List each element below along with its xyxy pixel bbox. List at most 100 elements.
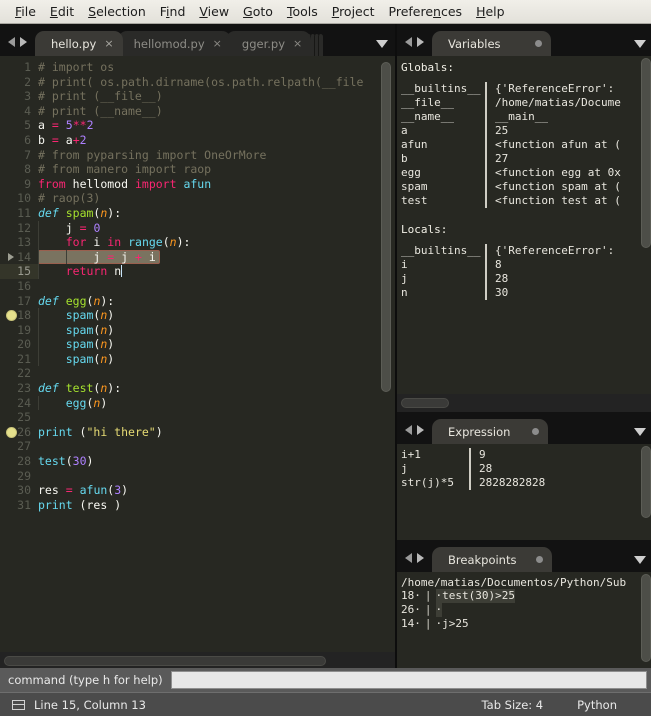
menu-item-help[interactable]: Help xyxy=(469,2,512,21)
close-icon[interactable]: × xyxy=(104,37,113,50)
code-text[interactable]: spam(n) xyxy=(38,352,115,367)
tab-expression[interactable]: Expression xyxy=(432,419,549,444)
code-line[interactable]: 17 def egg(n): xyxy=(0,294,395,309)
line-number[interactable]: 10 xyxy=(0,191,38,206)
code-line[interactable]: 29 xyxy=(0,469,395,484)
code-line[interactable]: 1 # import os xyxy=(0,60,395,75)
code-text[interactable]: def egg(n): xyxy=(38,294,114,309)
line-number[interactable]: 7 xyxy=(0,148,38,163)
code-text[interactable]: # from pyparsing import OneOrMore xyxy=(38,148,266,163)
line-number[interactable]: 12 xyxy=(0,221,38,236)
tab-breakpoints[interactable]: Breakpoints xyxy=(432,547,553,572)
line-number[interactable]: 22 xyxy=(0,366,38,381)
breakpoint-row[interactable]: 26· | · xyxy=(401,603,651,617)
line-number[interactable]: 28 xyxy=(0,454,38,469)
breakpoint-icon[interactable] xyxy=(6,426,17,438)
code-line[interactable]: 19 spam(n) xyxy=(0,322,395,338)
expression-row[interactable]: str(j)*5 2828282828 xyxy=(401,476,651,490)
line-number[interactable]: 15 xyxy=(0,264,38,279)
code-line[interactable]: 10 # raop(3) xyxy=(0,191,395,206)
line-number[interactable]: 6 xyxy=(0,133,38,148)
tab-nav-arrows[interactable] xyxy=(397,37,432,56)
code-text[interactable]: spam(n) xyxy=(38,308,115,323)
code-line[interactable]: 20 spam(n) xyxy=(0,337,395,352)
menu-item-tools[interactable]: Tools xyxy=(280,2,325,21)
variable-row[interactable]: egg <function egg at 0x xyxy=(401,166,651,180)
expression-content[interactable]: i+1 9 j 28 str(j)*5 2828282828 xyxy=(397,444,651,540)
menu-item-file[interactable]: FFileile xyxy=(8,2,43,21)
line-number[interactable]: 29 xyxy=(0,469,38,484)
code-text[interactable]: res = afun(3) xyxy=(38,483,128,498)
code-line[interactable]: 13 for i in range(n): xyxy=(0,235,395,250)
breakpoint-row[interactable]: 14· | ·j>25 xyxy=(401,617,651,631)
line-number[interactable]: 5 xyxy=(0,118,38,133)
code-line[interactable]: 3 # print (__file__) xyxy=(0,89,395,104)
code-line[interactable]: 2 # print( os.path.dirname(os.path.relpat… xyxy=(0,75,395,90)
code-text[interactable]: # import os xyxy=(38,60,114,75)
code-text[interactable]: def spam(n): xyxy=(38,206,121,221)
code-line[interactable]: 14 j = j + i xyxy=(0,249,395,265)
code-line[interactable]: 23 def test(n): xyxy=(0,381,395,396)
code-text[interactable]: a = 5**2 xyxy=(38,118,94,133)
code-line[interactable]: 30 res = afun(3) xyxy=(0,483,395,498)
menu-item-project[interactable]: Project xyxy=(325,2,382,21)
scrollbar-thumb[interactable] xyxy=(401,398,449,408)
variables-horizontal-scrollbar[interactable] xyxy=(397,394,651,412)
tab-scroll-right-icon[interactable] xyxy=(20,37,27,47)
code-text[interactable]: # raop(3) xyxy=(38,191,100,206)
code-line[interactable]: 24 egg(n) xyxy=(0,395,395,411)
editor-vertical-scrollbar[interactable] xyxy=(379,56,393,670)
variable-row[interactable]: i8 xyxy=(401,258,651,272)
line-number[interactable]: 13 xyxy=(0,235,38,250)
code-line[interactable]: 6b = a+2 xyxy=(0,133,395,148)
code-line[interactable]: 11 def spam(n): xyxy=(0,206,395,221)
chevron-down-icon[interactable] xyxy=(634,428,646,436)
tab-nav-arrows[interactable] xyxy=(397,425,432,444)
code-text[interactable]: for i in range(n): xyxy=(38,235,191,250)
line-number[interactable]: 20 xyxy=(0,337,38,352)
line-number[interactable]: 9 xyxy=(0,177,38,192)
variable-row[interactable]: spam <function spam at ( xyxy=(401,180,651,194)
menu-item-goto[interactable]: Goto xyxy=(236,2,280,21)
layout-panel-icon[interactable] xyxy=(12,699,25,710)
chevron-down-icon[interactable] xyxy=(634,40,646,48)
variable-row[interactable]: test <function test at ( xyxy=(401,194,651,208)
code-text[interactable]: # print( os.path.dirname(os.path.relpath… xyxy=(38,75,363,90)
code-text[interactable]: j = j + i xyxy=(38,250,155,265)
code-text[interactable]: print (res ) xyxy=(38,498,121,513)
tab-scroll-right-icon[interactable] xyxy=(417,37,424,47)
close-icon[interactable]: × xyxy=(213,37,222,50)
line-number[interactable]: 17 xyxy=(0,294,38,309)
code-text[interactable]: spam(n) xyxy=(38,323,115,338)
expression-row[interactable]: i+1 9 xyxy=(401,448,651,462)
line-number[interactable]: 16 xyxy=(0,279,38,294)
code-text[interactable]: def test(n): xyxy=(38,381,121,396)
code-line[interactable]: 8 # from manero import raop xyxy=(0,162,395,177)
line-number[interactable]: 1 xyxy=(0,60,38,75)
variable-row[interactable]: __builtins__ {'ReferenceError': xyxy=(401,244,651,258)
tab-nav-arrows[interactable] xyxy=(397,553,432,572)
scrollbar-thumb[interactable] xyxy=(4,656,326,666)
tab-variables[interactable]: Variables xyxy=(432,31,551,56)
variable-row[interactable]: b 27 xyxy=(401,152,651,166)
tab-nav-arrows[interactable] xyxy=(0,37,35,56)
variable-row[interactable]: __name__ __main__ xyxy=(401,110,651,124)
line-number[interactable]: 25 xyxy=(0,410,38,425)
line-number[interactable]: 11 xyxy=(0,206,38,221)
status-language[interactable]: Python xyxy=(577,698,651,712)
menu-item-selection[interactable]: Selection xyxy=(81,2,153,21)
command-input[interactable] xyxy=(170,671,647,689)
code-line[interactable]: 31 print (res ) xyxy=(0,498,395,513)
menu-item-preferences[interactable]: Preferences xyxy=(382,2,470,21)
variable-row[interactable]: __file__ /home/matias/Docume xyxy=(401,96,651,110)
code-line[interactable]: 27 xyxy=(0,439,395,454)
code-text[interactable]: # from manero import raop xyxy=(38,162,211,177)
code-text[interactable]: # print (__name__) xyxy=(38,104,163,119)
line-number[interactable]: 19 xyxy=(0,323,38,338)
line-number[interactable]: 31 xyxy=(0,498,38,513)
variable-row[interactable]: j 28 xyxy=(401,272,651,286)
chevron-down-icon[interactable] xyxy=(634,556,646,564)
line-number[interactable]: 26 xyxy=(0,425,38,440)
variable-row[interactable]: __builtins__ {'ReferenceError': xyxy=(401,82,651,96)
breakpoint-icon[interactable] xyxy=(6,310,17,322)
